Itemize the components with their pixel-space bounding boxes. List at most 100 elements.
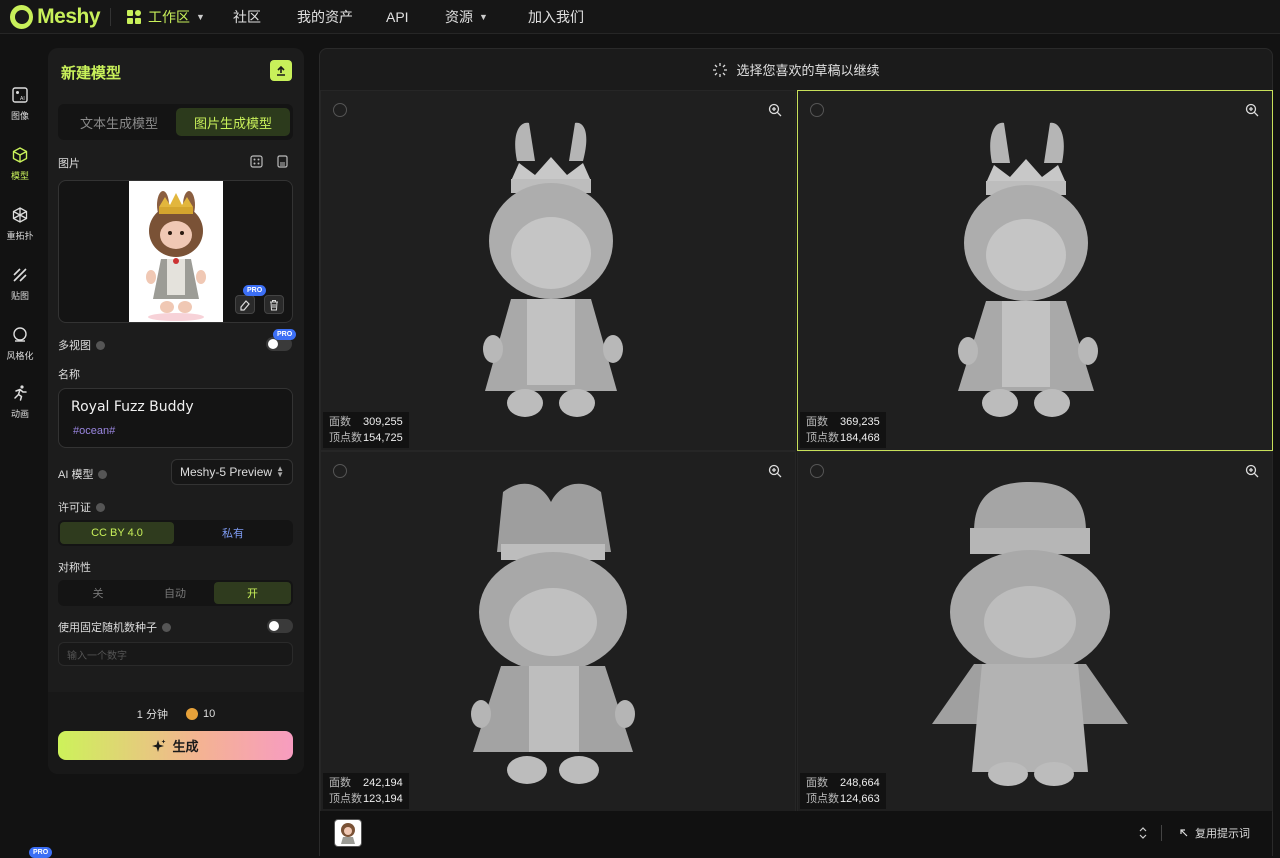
gallery-icon[interactable] [276,155,289,168]
nav-community[interactable]: 社区 [233,7,297,27]
uploaded-image-area[interactable]: PRO [58,180,293,323]
character-image [146,191,206,321]
nav-api[interactable]: API [386,9,445,25]
mesh-stats: 面数 309,255 顶点数154,725 [323,412,409,448]
source-image-thumbnail[interactable] [334,819,362,847]
dice-icon[interactable] [250,155,263,168]
chevron-down-icon: ▼ [479,11,488,22]
faces-value: 369,235 [840,416,880,428]
symmetry-option-auto[interactable]: 自动 [137,582,213,604]
seed-input[interactable]: 输入一个数字 [58,642,293,666]
nav-workspace-label: 工作区 [148,8,190,25]
info-icon [162,622,171,632]
sidebar-item-model[interactable]: 模型 [0,146,40,182]
svg-text:AI: AI [20,96,25,102]
cube-icon [12,147,28,163]
tab-text-to-model[interactable]: 文本生成模型 [62,108,176,136]
ai-model-label-text: AI 模型 [58,469,94,481]
fixed-seed-toggle[interactable] [267,619,293,633]
sidebar-item-stylize[interactable]: 风格化 [0,326,40,362]
generation-cost: 1 分钟 10 [48,706,304,722]
license-option-private[interactable]: 私有 [175,522,291,544]
texture-icon [13,268,27,282]
divider [1161,825,1162,841]
multiview-label: 多视图 [58,337,105,353]
ai-model-select[interactable]: Meshy-5 Preview ▲ ▼ [171,459,293,485]
logo-icon [10,4,34,29]
logo-text: Meshy [37,4,100,28]
loading-sparkle-icon [713,62,728,77]
faces-label: 面数 [329,777,351,789]
draft-select-radio[interactable] [810,464,824,478]
erase-background-button[interactable] [235,295,255,314]
generate-label: 生成 [172,739,199,754]
model-preview [471,483,635,784]
vertices-label: 顶点数 [329,432,362,444]
symmetry-option-off[interactable]: 关 [60,582,136,604]
zoom-in-icon[interactable] [767,463,783,479]
image-ai-icon: AI [12,87,28,103]
draft-select-radio[interactable] [333,464,347,478]
coin-icon [185,708,198,721]
sidebar-item-texture[interactable]: 贴图 [0,266,40,302]
reuse-prompt-button[interactable]: 复用提示词 [1179,825,1250,841]
task-bottom-bar: 复用提示词 [320,811,1272,857]
draft-card-4[interactable]: 面数 248,664 顶点数124,663 [797,451,1273,812]
reuse-prompt-label: 复用提示词 [1195,828,1250,840]
mesh-stats: 面数 242,194 顶点数123,194 [323,773,409,809]
image-label-text: 图片 [58,158,80,170]
draft-card-1[interactable]: 面数 309,255 顶点数154,725 [320,90,796,451]
nav-resources-label: 资源 [445,8,473,25]
retopo-icon [12,207,28,223]
zoom-in-icon[interactable] [1244,463,1260,479]
multiview-label-text: 多视图 [58,340,91,352]
nav-workspace[interactable]: 工作区 ▼ [126,7,230,27]
main-nav: 工作区 ▼ 社区 我的资产 API 资源 ▼ 加入我们 [121,7,584,27]
draft-card-3[interactable]: 面数 242,194 顶点数123,194 [320,451,796,812]
nav-resources[interactable]: 资源 ▼ [445,7,528,27]
faces-value: 309,255 [363,416,403,428]
running-icon [14,385,27,401]
credit-value: 10 [202,707,216,720]
license-label-text: 许可证 [58,502,91,514]
delete-image-button[interactable] [264,295,284,314]
draft-header-text: 选择您喜欢的草稿以继续 [736,63,880,78]
tab-image-to-model[interactable]: 图片生成模型 [176,108,290,136]
mesh-stats: 面数 248,664 顶点数124,663 [800,773,886,809]
upload-button[interactable] [270,60,292,81]
chevron-up-down-icon[interactable] [1138,827,1148,839]
panel-footer: 1 分钟 10 生成 [48,692,304,774]
panel-title: 新建模型 [61,65,122,82]
zoom-in-icon[interactable] [767,102,783,118]
sidebar-item-retopology[interactable]: 重拓扑 [0,206,40,242]
sidebar-item-image[interactable]: AI 图像 [0,86,40,122]
license-option-cc-by[interactable]: CC BY 4.0 [60,522,174,544]
mesh-stats: 面数 369,235 顶点数184,468 [800,412,886,448]
uploaded-image-preview [129,181,223,322]
image-label: 图片 [58,155,80,171]
nav-join-us[interactable]: 加入我们 [528,7,584,27]
chevron-up-down-icon: ▲ ▼ [276,464,284,479]
generate-button[interactable]: 生成 [58,731,293,760]
model-preview [483,122,623,417]
trash-icon [270,299,278,310]
upload-icon [277,65,285,76]
draft-card-2[interactable]: 面数 369,235 顶点数184,468 [797,90,1273,451]
symmetry-option-on[interactable]: 开 [214,582,291,604]
sidebar-item-label: 动画 [10,409,29,419]
sidebar-item-label: 贴图 [10,291,29,301]
generation-mode-tabs: 文本生成模型 图片生成模型 [58,104,293,140]
nav-api-label: API [386,8,409,25]
draft-select-radio[interactable] [810,103,824,117]
zoom-in-icon[interactable] [1244,102,1260,118]
pro-badge: PRO [243,285,267,296]
name-label: 名称 [58,366,80,382]
nav-my-assets[interactable]: 我的资产 [297,7,386,27]
meshy-logo[interactable]: Meshy [0,4,100,29]
sidebar-item-animation[interactable]: 动画 [0,384,40,420]
model-preview [932,482,1128,786]
name-field[interactable]: Royal Fuzz Buddy #ocean# [58,388,293,448]
sidebar-item-label: 模型 [10,171,29,181]
draft-select-radio[interactable] [333,103,347,117]
faces-value: 248,664 [840,777,880,789]
